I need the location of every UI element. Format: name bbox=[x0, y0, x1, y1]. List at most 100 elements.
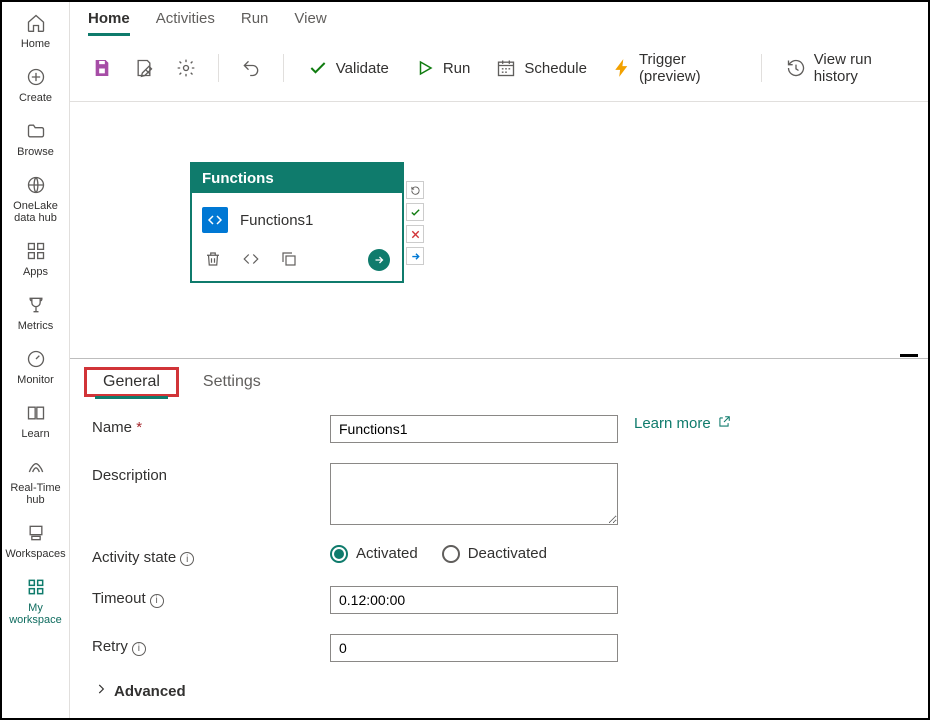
panel-divider[interactable] bbox=[70, 358, 928, 359]
activity-node-functions[interactable]: Functions Functions1 bbox=[190, 162, 404, 283]
code-view-icon[interactable] bbox=[242, 250, 260, 271]
info-icon[interactable]: i bbox=[132, 642, 146, 656]
external-link-icon bbox=[717, 415, 731, 433]
connector-failure[interactable] bbox=[406, 225, 424, 243]
validate-button[interactable]: Validate bbox=[302, 54, 395, 82]
retry-label: Retryi bbox=[92, 634, 322, 656]
node-body: Functions1 bbox=[192, 193, 402, 241]
rail-label: Apps bbox=[23, 266, 48, 278]
rail-item-create[interactable]: Create bbox=[4, 60, 68, 114]
row-name: Name * Learn more bbox=[92, 415, 906, 443]
learn-more-link[interactable]: Learn more bbox=[634, 415, 731, 433]
tab-home[interactable]: Home bbox=[88, 10, 130, 36]
home-icon bbox=[25, 12, 47, 34]
collapse-handle-icon[interactable] bbox=[900, 354, 918, 358]
history-icon bbox=[786, 58, 806, 78]
info-icon[interactable]: i bbox=[150, 594, 164, 608]
name-input[interactable] bbox=[330, 415, 618, 443]
calendar-icon bbox=[496, 58, 516, 78]
schedule-button[interactable]: Schedule bbox=[490, 54, 593, 82]
rail-item-my-workspace[interactable]: My workspace bbox=[4, 570, 68, 636]
delete-icon[interactable] bbox=[204, 250, 222, 271]
history-label: View run history bbox=[814, 51, 904, 85]
trophy-icon bbox=[25, 294, 47, 316]
connector-success[interactable] bbox=[406, 203, 424, 221]
advanced-label: Advanced bbox=[114, 683, 186, 700]
plus-circle-icon bbox=[25, 66, 47, 88]
undo-button[interactable] bbox=[237, 54, 265, 82]
connector-completion[interactable] bbox=[406, 247, 424, 265]
gauge-icon bbox=[25, 348, 47, 370]
toolbar-separator bbox=[761, 54, 762, 82]
rail-item-learn[interactable]: Learn bbox=[4, 396, 68, 450]
rail-item-metrics[interactable]: Metrics bbox=[4, 288, 68, 342]
run-button[interactable]: Run bbox=[409, 54, 477, 82]
left-nav-rail: Home Create Browse OneLake data hub Apps… bbox=[2, 2, 70, 718]
toolbar-separator bbox=[283, 54, 284, 82]
row-description: Description bbox=[92, 463, 906, 525]
rail-item-workspaces[interactable]: Workspaces bbox=[4, 516, 68, 570]
node-footer bbox=[192, 241, 402, 281]
rail-label: Monitor bbox=[17, 374, 54, 386]
tab-view[interactable]: View bbox=[294, 10, 326, 36]
highlight-box: General bbox=[84, 367, 179, 397]
tab-activities[interactable]: Activities bbox=[156, 10, 215, 36]
prop-tab-settings[interactable]: Settings bbox=[195, 367, 269, 397]
play-icon bbox=[415, 58, 435, 78]
rail-item-realtime[interactable]: Real-Time hub bbox=[4, 450, 68, 516]
retry-input[interactable] bbox=[330, 634, 618, 662]
node-run-button[interactable] bbox=[368, 249, 390, 271]
toolbar: Validate Run Schedule Trigger (preview) bbox=[70, 37, 928, 102]
node-header: Functions bbox=[192, 164, 402, 193]
validate-label: Validate bbox=[336, 60, 389, 77]
radio-activated[interactable]: Activated bbox=[330, 545, 418, 563]
schedule-label: Schedule bbox=[524, 60, 587, 77]
rail-label: Create bbox=[19, 92, 52, 104]
rail-item-apps[interactable]: Apps bbox=[4, 234, 68, 288]
timeout-input[interactable] bbox=[330, 586, 618, 614]
rail-item-onelake[interactable]: OneLake data hub bbox=[4, 168, 68, 234]
trigger-button[interactable]: Trigger (preview) bbox=[607, 47, 743, 89]
settings-button[interactable] bbox=[172, 54, 200, 82]
rail-item-browse[interactable]: Browse bbox=[4, 114, 68, 168]
save-edit-icon bbox=[134, 58, 154, 78]
radio-dot-icon bbox=[442, 545, 460, 563]
description-input[interactable] bbox=[330, 463, 618, 525]
advanced-toggle[interactable]: Advanced bbox=[92, 682, 906, 700]
name-label: Name * bbox=[92, 415, 322, 436]
row-activity-state: Activity statei Activated Deactivated bbox=[92, 545, 906, 567]
rail-item-home[interactable]: Home bbox=[4, 6, 68, 60]
lightning-icon bbox=[613, 58, 631, 78]
radio-label: Activated bbox=[356, 545, 418, 562]
history-button[interactable]: View run history bbox=[780, 47, 910, 89]
undo-icon bbox=[241, 58, 261, 78]
gear-icon bbox=[176, 58, 196, 78]
rail-label: Learn bbox=[21, 428, 49, 440]
node-connectors bbox=[406, 181, 424, 265]
rail-label: Home bbox=[21, 38, 50, 50]
prop-tab-general[interactable]: General bbox=[95, 367, 168, 399]
rail-item-monitor[interactable]: Monitor bbox=[4, 342, 68, 396]
save-as-button[interactable] bbox=[130, 54, 158, 82]
description-label: Description bbox=[92, 463, 322, 484]
trigger-label: Trigger (preview) bbox=[639, 51, 737, 85]
globe-icon bbox=[25, 174, 47, 196]
state-label: Activity statei bbox=[92, 545, 322, 567]
rail-label: My workspace bbox=[6, 602, 66, 626]
connector-neutral[interactable] bbox=[406, 181, 424, 199]
copy-icon[interactable] bbox=[280, 250, 298, 271]
book-icon bbox=[25, 402, 47, 424]
radio-label: Deactivated bbox=[468, 545, 547, 562]
apps-icon bbox=[25, 240, 47, 262]
pipeline-canvas[interactable]: Functions Functions1 bbox=[70, 102, 928, 358]
rail-label: Real-Time hub bbox=[6, 482, 66, 506]
tab-run[interactable]: Run bbox=[241, 10, 269, 36]
signal-icon bbox=[25, 456, 47, 478]
run-label: Run bbox=[443, 60, 471, 77]
general-form: Name * Learn more Description Activity s… bbox=[70, 397, 928, 719]
radio-deactivated[interactable]: Deactivated bbox=[442, 545, 547, 563]
info-icon[interactable]: i bbox=[180, 552, 194, 566]
save-icon bbox=[92, 58, 112, 78]
required-marker: * bbox=[136, 419, 142, 436]
save-button[interactable] bbox=[88, 54, 116, 82]
